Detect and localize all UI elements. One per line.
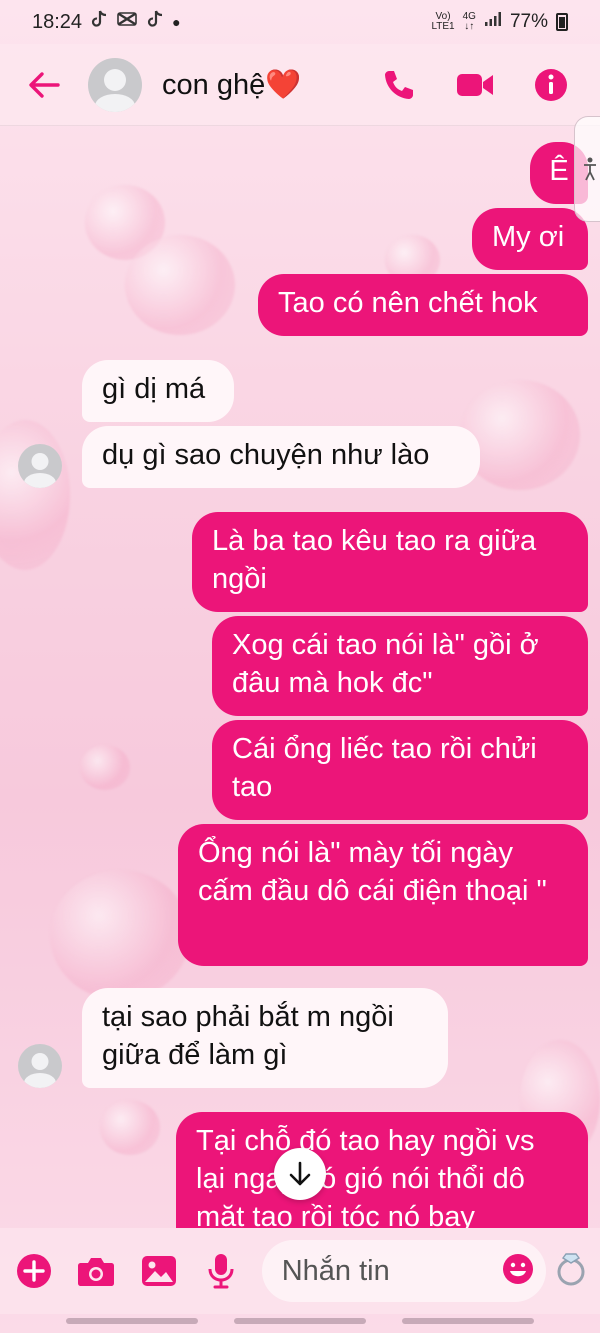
plus-icon[interactable] [14,1251,53,1291]
microphone-icon[interactable] [201,1251,240,1291]
battery-percent: 77% [509,11,548,32]
status-bar: 18:24 ● Vo) LTE1 4G ↓↑ 77% [0,0,600,44]
phone-icon[interactable] [380,66,418,104]
message-bubble-outgoing[interactable]: Xog cái tao nói là" gồi ở đâu mà hok đc" [212,616,588,716]
arrow-down-icon [289,1161,311,1186]
message-bubble-outgoing[interactable]: My ơi [472,208,588,270]
signal-icon [484,11,502,33]
tiktok-icon [90,9,108,35]
message-bubble-incoming[interactable]: gì dị má [82,360,234,422]
message-composer [0,1228,600,1314]
nav-handle[interactable] [234,1318,366,1324]
chat-header: con ghệ❤️ [0,44,600,126]
tiktok-icon [146,9,164,35]
accessibility-icon [583,157,596,181]
message-bubble-incoming[interactable]: tại sao phải bắt m ngồi giữa để làm gì [82,988,448,1088]
nav-handle[interactable] [402,1318,534,1324]
message-input[interactable] [281,1254,492,1288]
accessibility-handle[interactable] [574,116,600,222]
message-input-box[interactable] [261,1240,546,1302]
video-camera-icon[interactable] [456,66,494,104]
message-bubble-outgoing[interactable]: Tao có nên chết hok [258,274,588,336]
volte-indicator: Vo) LTE1 [431,11,455,32]
sender-avatar[interactable] [18,1044,62,1088]
status-time: 18:24 [32,10,83,33]
ring-icon[interactable] [556,1251,586,1292]
image-icon[interactable] [139,1251,178,1291]
nav-handle[interactable] [66,1318,198,1324]
message-list[interactable]: Ê My ơi Tao có nên chết hok gì dị má dụ … [0,126,600,1228]
scroll-to-bottom-button[interactable] [274,1148,326,1200]
contact-avatar[interactable] [88,57,142,112]
camera-icon[interactable] [76,1251,115,1291]
battery-icon [556,13,568,31]
message-bubble-outgoing[interactable]: Ổng nói là" mày tối ngày cấm đầu dô cái … [178,824,588,966]
info-icon[interactable] [532,66,570,104]
message-bubble-incoming[interactable]: dụ gì sao chuyện như lào [82,426,480,488]
sender-avatar[interactable] [18,444,62,488]
system-nav-bar [0,1314,600,1333]
back-arrow-icon[interactable] [22,63,66,107]
message-bubble-outgoing[interactable]: Tại chỗ đó tao hay ngồi vs lại ngay đó g… [176,1112,588,1228]
notification-dot-icon: ● [172,14,181,30]
emoji-icon[interactable] [502,1253,534,1290]
capcut-icon [116,10,138,34]
contact-name[interactable]: con ghệ❤️ [162,68,301,102]
message-bubble-outgoing[interactable]: Cái ổng liếc tao rồi chửi tao [212,720,588,820]
network-type-indicator: 4G ↓↑ [462,11,476,32]
message-bubble-outgoing[interactable]: Là ba tao kêu tao ra giữa ngồi [192,512,588,612]
